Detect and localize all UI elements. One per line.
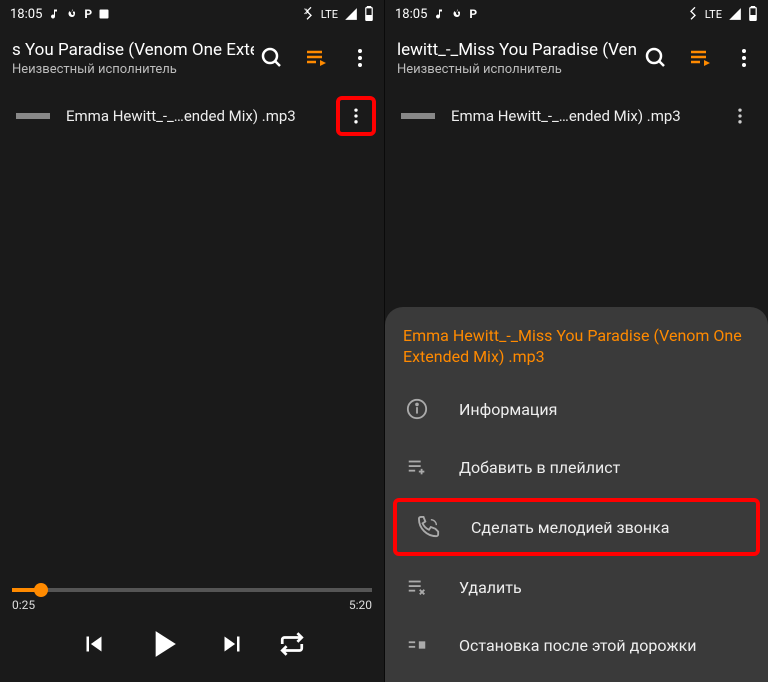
vibrate-icon bbox=[683, 6, 699, 22]
search-icon bbox=[260, 46, 284, 70]
prev-button[interactable] bbox=[79, 629, 109, 659]
status-bar: 18:05 P LTE bbox=[385, 0, 768, 28]
more-button[interactable] bbox=[726, 40, 762, 76]
more-button[interactable] bbox=[342, 40, 378, 76]
track-row[interactable]: Emma Hewitt_-_…ended Mix) .mp3 bbox=[0, 88, 384, 144]
menu-item-delete[interactable]: Удалить bbox=[385, 558, 768, 616]
playlist-add-icon bbox=[403, 453, 431, 481]
playlist-button[interactable] bbox=[298, 40, 334, 76]
vibrate-icon bbox=[299, 6, 315, 22]
app-header: s You Paradise (Venom One Exten Неизвест… bbox=[0, 28, 384, 88]
time-current: 0:25 bbox=[12, 598, 35, 612]
p-icon: P bbox=[469, 7, 477, 21]
player-bar: 0:25 5:20 bbox=[0, 580, 384, 682]
signal-icon bbox=[728, 7, 742, 21]
status-time: 18:05 bbox=[395, 7, 427, 22]
info-icon bbox=[403, 395, 431, 423]
search-button[interactable] bbox=[254, 40, 290, 76]
menu-label: Добавить в плейлист bbox=[459, 458, 620, 477]
menu-label: Удалить bbox=[459, 578, 522, 597]
seek-bar[interactable] bbox=[12, 588, 372, 592]
track-row[interactable]: Emma Hewitt_-_…ended Mix) .mp3 bbox=[385, 88, 768, 144]
repeat-icon bbox=[279, 631, 305, 657]
app-header: lewitt_-_Miss You Paradise (Ven Неизвест… bbox=[385, 28, 768, 88]
repeat-button[interactable] bbox=[279, 631, 305, 657]
play-button[interactable] bbox=[141, 622, 185, 666]
battery-icon bbox=[364, 6, 374, 22]
bottom-sheet: Emma Hewitt_-_Miss You Paradise (Venom O… bbox=[385, 307, 768, 682]
image-icon bbox=[98, 8, 110, 20]
next-button[interactable] bbox=[217, 629, 247, 659]
menu-item-ringtone[interactable]: Сделать мелодией звонка bbox=[397, 502, 756, 552]
header-title: s You Paradise (Venom One Exten bbox=[12, 40, 254, 60]
flame-icon bbox=[451, 8, 463, 20]
screen-left: 18:05 P LTE s You Paradise (Venom One Ex… bbox=[0, 0, 384, 682]
menu-item-info[interactable]: Информация bbox=[385, 380, 768, 438]
stop-after-icon bbox=[403, 631, 431, 659]
more-vert-icon bbox=[730, 106, 750, 126]
status-time: 18:05 bbox=[10, 7, 42, 22]
delete-icon bbox=[403, 573, 431, 601]
menu-label: Сделать мелодией звонка bbox=[471, 518, 669, 537]
track-thumb bbox=[401, 113, 435, 119]
more-vert-icon bbox=[348, 46, 372, 70]
battery-icon bbox=[748, 6, 758, 22]
playlist-icon bbox=[688, 46, 712, 70]
flame-icon bbox=[66, 8, 78, 20]
track-more-button[interactable] bbox=[720, 96, 760, 136]
track-title: Emma Hewitt_-_…ended Mix) .mp3 bbox=[66, 107, 336, 125]
signal-icon bbox=[344, 7, 358, 21]
network-label: LTE bbox=[705, 8, 722, 21]
header-subtitle: Неизвестный исполнитель bbox=[12, 62, 254, 77]
track-title: Emma Hewitt_-_…ended Mix) .mp3 bbox=[451, 107, 720, 125]
music-note-icon bbox=[433, 8, 445, 20]
sheet-title: Emma Hewitt_-_Miss You Paradise (Venom O… bbox=[385, 325, 768, 380]
play-icon bbox=[141, 622, 185, 666]
p-icon: P bbox=[84, 7, 92, 21]
search-button[interactable] bbox=[638, 40, 674, 76]
track-more-button[interactable] bbox=[336, 96, 376, 136]
menu-item-stop-after[interactable]: Остановка после этой дорожки bbox=[385, 616, 768, 674]
status-bar: 18:05 P LTE bbox=[0, 0, 384, 28]
skip-next-icon bbox=[217, 629, 247, 659]
menu-label: Остановка после этой дорожки bbox=[459, 636, 696, 655]
header-title: lewitt_-_Miss You Paradise (Ven bbox=[397, 40, 638, 60]
skip-prev-icon bbox=[79, 629, 109, 659]
header-subtitle: Неизвестный исполнитель bbox=[397, 62, 638, 77]
time-duration: 5:20 bbox=[349, 598, 372, 612]
more-vert-icon bbox=[346, 106, 366, 126]
playlist-button[interactable] bbox=[682, 40, 718, 76]
track-thumb bbox=[16, 113, 50, 119]
seek-thumb[interactable] bbox=[34, 583, 48, 597]
search-icon bbox=[644, 46, 668, 70]
more-vert-icon bbox=[732, 46, 756, 70]
menu-item-add-playlist[interactable]: Добавить в плейлист bbox=[385, 438, 768, 496]
menu-label: Информация bbox=[459, 400, 557, 419]
network-label: LTE bbox=[321, 8, 338, 21]
phone-icon bbox=[415, 513, 443, 541]
music-note-icon bbox=[48, 8, 60, 20]
playlist-icon bbox=[304, 46, 328, 70]
screen-right: 18:05 P LTE lewitt_-_Miss You Paradise (… bbox=[384, 0, 768, 682]
